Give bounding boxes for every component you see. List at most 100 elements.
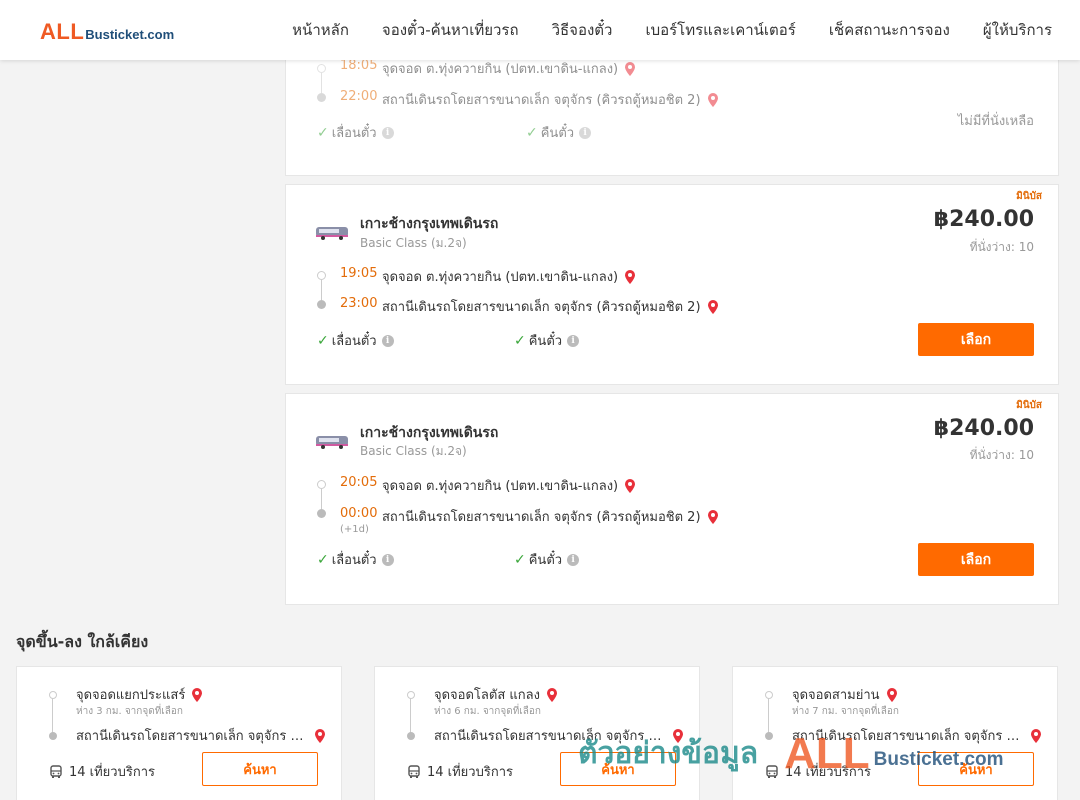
bus-icon — [50, 764, 62, 778]
nearby-destination: สถานีเดินรถโดยสารขนาดเล็ก จตุจักร (คิวรถ… — [76, 725, 336, 746]
minibus-badge: มินิบัส — [1016, 191, 1042, 202]
arrival-dot — [317, 93, 326, 102]
location-pin-icon[interactable] — [1029, 728, 1043, 744]
departure-stop: จุดจอด ต.ทุ่งควายกิน (ปตท.เขาดิน-แกลง) — [382, 266, 637, 287]
bus-class: Basic Class (ม.2จ) — [360, 444, 467, 458]
site-logo[interactable]: ALL Busticket.com — [40, 19, 174, 43]
check-icon: ✓ — [317, 551, 329, 568]
sold-out-status: ไม่มีที่นั่งเหลือ — [957, 114, 1034, 129]
minibus-badge: มินิบัส — [1016, 400, 1042, 411]
nearby-search-button[interactable]: ค้นหา — [918, 752, 1034, 786]
reschedule-label: เลื่อนตั๋ว — [331, 126, 377, 141]
operator-bus-logo — [316, 436, 348, 449]
destination-dot — [407, 732, 415, 740]
location-pin-icon[interactable] — [623, 269, 637, 285]
next-day-note: (+1d) — [340, 524, 369, 535]
arrival-stop-label: สถานีเดินรถโดยสารขนาดเล็ก จตุจักร (คิวรถ… — [382, 300, 701, 315]
check-icon: ✓ — [514, 551, 526, 568]
reschedule-label: เลื่อนตั๋ว — [331, 334, 377, 349]
reschedule-label: เลื่อนตั๋ว — [331, 553, 377, 568]
check-icon: ✓ — [317, 332, 329, 349]
operator-bus-logo — [316, 227, 348, 240]
location-pin-icon[interactable] — [623, 478, 637, 494]
timeline-line — [410, 698, 411, 734]
nearby-trips-label: 14 เที่ยวบริการ — [69, 765, 155, 780]
departure-dot — [317, 480, 326, 489]
nav-how-to-book[interactable]: วิธีจองตั๋ว — [552, 18, 613, 42]
nearby-card: จุดจอดสามย่าน ห่าง 7 กม. จากจุดที่เลือก … — [732, 666, 1058, 800]
nearby-destination-label: สถานีเดินรถโดยสารขนาดเล็ก จตุจักร (คิวรถ… — [76, 729, 308, 744]
location-pin-icon[interactable] — [190, 687, 204, 703]
departure-dot — [317, 64, 326, 73]
location-pin-icon[interactable] — [706, 299, 720, 315]
nearby-destination: สถานีเดินรถโดยสารขนาดเล็ก จตุจักร (คิวรถ… — [792, 725, 1052, 746]
nearby-section-title: จุดขึ้น-ลง ใกล้เคียง — [16, 632, 149, 651]
logo-all-text: ALL — [40, 19, 85, 44]
departure-stop-label: จุดจอด ต.ทุ่งควายกิน (ปตท.เขาดิน-แกลง) — [382, 62, 619, 77]
destination-dot — [765, 732, 773, 740]
check-icon: ✓ — [514, 332, 526, 349]
departure-time: 19:05 — [340, 266, 378, 281]
bus-icon — [408, 764, 420, 778]
info-icon[interactable]: i — [381, 126, 394, 139]
reschedule-feature: ✓ เลื่อนตั๋ว i — [317, 330, 394, 351]
refund-feature: ✓ คืนตั๋ว i — [514, 549, 580, 570]
trip-card: มินิบัส เกาะช้างกรุงเทพเดินรถ Basic Clas… — [285, 184, 1059, 385]
main-nav: หน้าหลัก จองตั๋ว-ค้นหาเที่ยวรถ วิธีจองตั… — [259, 0, 1052, 60]
bus-icon — [766, 764, 778, 778]
nav-operators[interactable]: ผู้ให้บริการ — [983, 18, 1052, 42]
timeline-line — [321, 280, 322, 300]
arrival-stop-label: สถานีเดินรถโดยสารขนาดเล็ก จตุจักร (คิวรถ… — [382, 510, 701, 525]
departure-time: 20:05 — [340, 475, 378, 490]
arrival-stop: สถานีเดินรถโดยสารขนาดเล็ก จตุจักร (คิวรถ… — [382, 296, 720, 317]
select-trip-button[interactable]: เลือก — [918, 543, 1034, 576]
info-icon[interactable]: i — [567, 334, 580, 347]
nav-phone-counter[interactable]: เบอร์โทรและเคาน์เตอร์ — [645, 18, 795, 42]
arrival-dot — [317, 509, 326, 518]
location-pin-icon[interactable] — [706, 92, 720, 108]
location-pin-icon[interactable] — [623, 61, 637, 77]
info-icon[interactable]: i — [567, 553, 580, 566]
nav-home[interactable]: หน้าหลัก — [292, 18, 349, 42]
seats-available: ที่นั่งว่าง: 10 — [969, 240, 1034, 254]
trip-card: มินิบัส เกาะช้างกรุงเทพเดินรถ Basic Clas… — [285, 393, 1059, 605]
refund-label: คืนตั๋ว — [528, 334, 563, 349]
location-pin-icon[interactable] — [313, 728, 327, 744]
info-icon[interactable]: i — [381, 334, 394, 347]
info-icon[interactable]: i — [381, 553, 394, 566]
nearby-trips-label: 14 เที่ยวบริการ — [427, 765, 513, 780]
nearby-search-button[interactable]: ค้นหา — [202, 752, 318, 786]
seats-available: ที่นั่งว่าง: 10 — [969, 448, 1034, 462]
nav-book-search[interactable]: จองตั๋ว-ค้นหาเที่ยวรถ — [382, 18, 519, 42]
operator-name: เกาะช้างกรุงเทพเดินรถ — [360, 425, 499, 441]
arrival-time: 22:00 — [340, 89, 378, 104]
nearby-trips: 14 เที่ยวบริการ — [765, 761, 871, 782]
departure-stop-label: จุดจอด ต.ทุ่งควายกิน (ปตท.เขาดิน-แกลง) — [382, 270, 619, 285]
trip-price: ฿240.00 — [933, 416, 1034, 441]
departure-dot — [317, 271, 326, 280]
refund-label: คืนตั๋ว — [540, 126, 575, 141]
nearby-stop-name: จุดจอดโลตัส แกลง — [434, 684, 559, 705]
location-pin-icon[interactable] — [885, 687, 899, 703]
reschedule-feature: ✓ เลื่อนตั๋ว i — [317, 122, 394, 143]
destination-dot — [49, 732, 57, 740]
refund-label: คืนตั๋ว — [528, 553, 563, 568]
departure-stop-label: จุดจอด ต.ทุ่งควายกิน (ปตท.เขาดิน-แกลง) — [382, 479, 619, 494]
location-pin-icon[interactable] — [706, 509, 720, 525]
select-trip-button[interactable]: เลือก — [918, 323, 1034, 356]
departure-stop: จุดจอด ต.ทุ่งควายกิน (ปตท.เขาดิน-แกลง) — [382, 58, 637, 79]
operator-name: เกาะช้างกรุงเทพเดินรถ — [360, 216, 499, 232]
nav-check-booking[interactable]: เช็คสถานะการจอง — [829, 18, 950, 42]
logo-busticket-text: Busticket.com — [85, 27, 175, 42]
reschedule-feature: ✓ เลื่อนตั๋ว i — [317, 549, 394, 570]
nearby-search-button[interactable]: ค้นหา — [560, 752, 676, 786]
arrival-stop: สถานีเดินรถโดยสารขนาดเล็ก จตุจักร (คิวรถ… — [382, 89, 720, 110]
arrival-time: 00:00 — [340, 506, 378, 521]
refund-feature: ✓ คืนตั๋ว i — [526, 122, 592, 143]
location-pin-icon[interactable] — [671, 728, 685, 744]
info-icon[interactable]: i — [579, 126, 592, 139]
nearby-stop-name: จุดจอดสามย่าน — [792, 684, 899, 705]
location-pin-icon[interactable] — [545, 687, 559, 703]
nearby-card: จุดจอดแยกประแสร์ ห่าง 3 กม. จากจุดที่เลื… — [16, 666, 342, 800]
arrival-stop: สถานีเดินรถโดยสารขนาดเล็ก จตุจักร (คิวรถ… — [382, 506, 720, 527]
